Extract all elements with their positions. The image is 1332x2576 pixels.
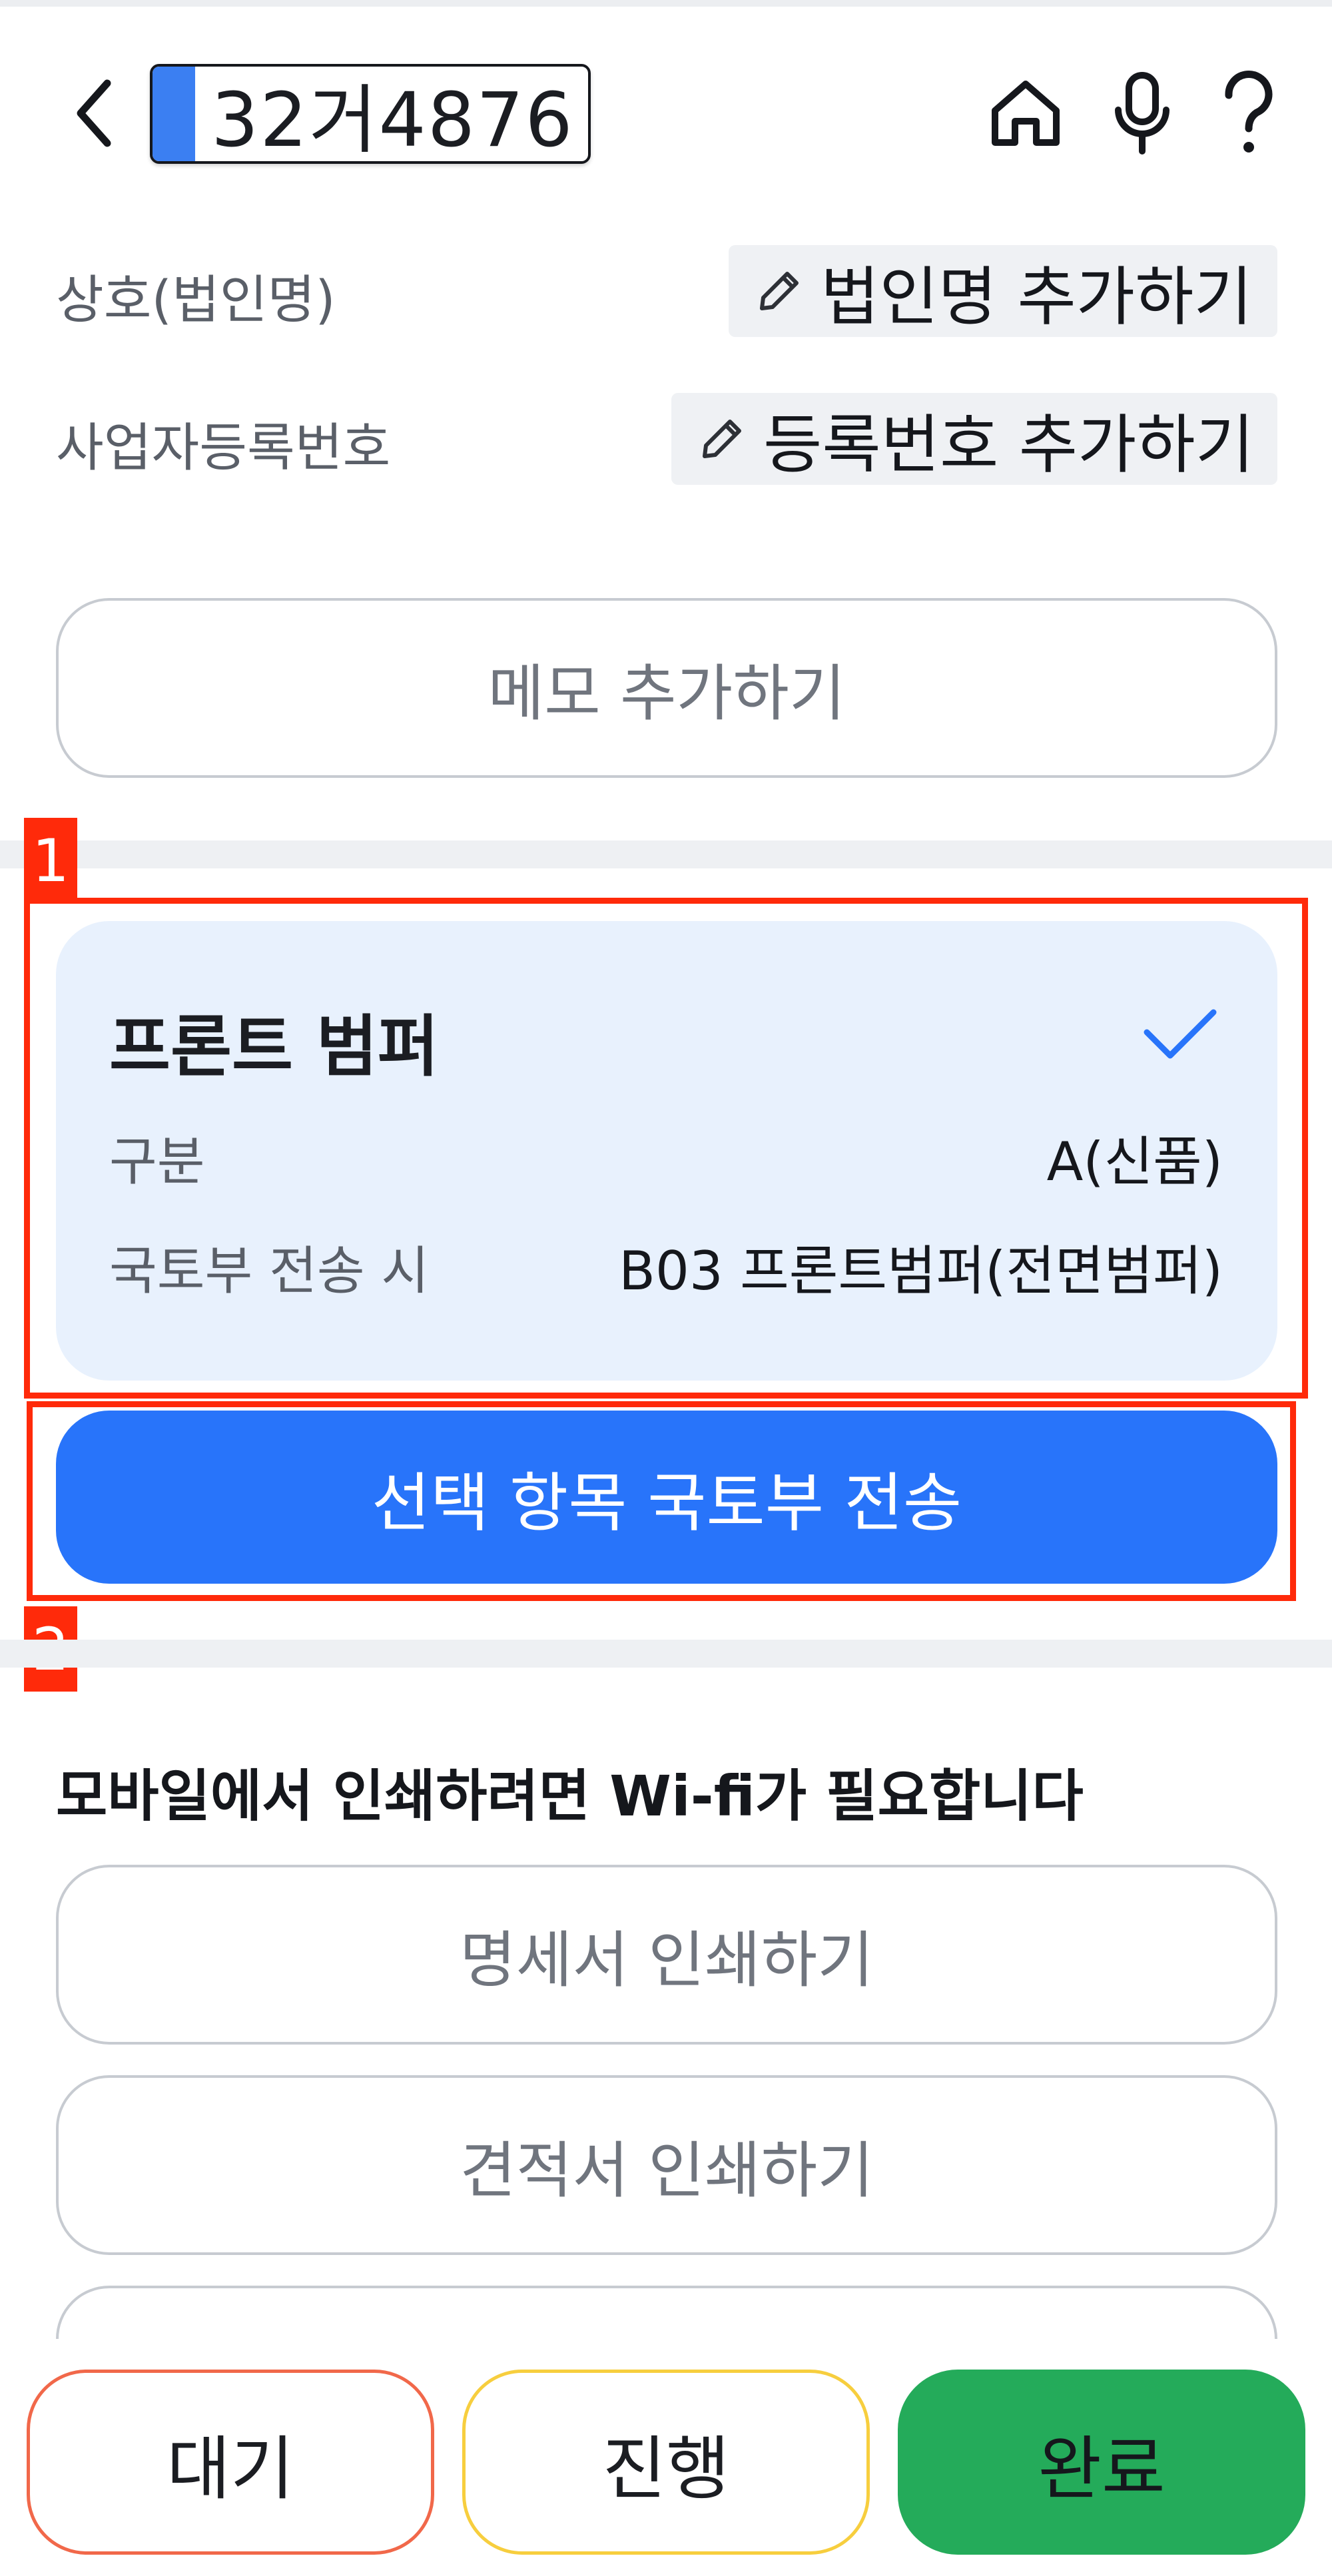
plate-number: 32거4876 xyxy=(211,77,574,164)
plate-stripe xyxy=(153,67,195,161)
send-selected-button[interactable]: 선택 항목 국토부 전송 xyxy=(56,1411,1277,1584)
part-row-value: A(신품) xyxy=(1046,1131,1223,1193)
section-divider xyxy=(0,840,1332,868)
status-wait-button[interactable]: 대기 xyxy=(27,2370,434,2555)
add-memo-button[interactable]: 메모 추가하기 xyxy=(56,598,1277,778)
print-note: 모바일에서 인쇄하려면 Wi-fi가 필요합니다 xyxy=(56,1764,1084,1829)
license-plate: 32거4876 xyxy=(150,64,591,164)
add-biz-no-button[interactable]: 등록번호 추가하기 xyxy=(671,393,1277,485)
pencil-icon xyxy=(753,264,806,318)
add-biz-no-label: 등록번호 추가하기 xyxy=(763,407,1255,482)
part-row-value: B03 프론트범퍼(전면범퍼) xyxy=(619,1240,1223,1302)
question-icon[interactable] xyxy=(1202,67,1295,160)
part-row-label: 국토부 전송 시 xyxy=(109,1241,430,1301)
add-company-button[interactable]: 법인명 추가하기 xyxy=(729,245,1277,337)
part-row-label: 구분 xyxy=(109,1132,205,1192)
status-progress-button[interactable]: 진행 xyxy=(462,2370,870,2555)
biz-no-label: 사업자등록번호 xyxy=(56,418,391,478)
add-company-label: 법인명 추가하기 xyxy=(821,259,1253,334)
home-icon[interactable] xyxy=(979,67,1072,160)
pencil-icon xyxy=(695,412,749,466)
print-estimate-button[interactable]: 견적서 인쇄하기 xyxy=(56,2075,1277,2255)
part-title: 프론트 범퍼 xyxy=(109,1008,439,1086)
top-strip xyxy=(0,0,1332,7)
company-label: 상호(법인명) xyxy=(56,270,336,330)
chevron-left-icon[interactable] xyxy=(64,73,124,153)
print-statement-button[interactable]: 명세서 인쇄하기 xyxy=(56,1865,1277,2045)
section-divider xyxy=(0,1640,1332,1668)
check-icon[interactable] xyxy=(1140,1006,1220,1066)
microphone-icon[interactable] xyxy=(1099,67,1185,160)
status-done-button[interactable]: 완료 xyxy=(898,2370,1305,2555)
annotation-tag-1: 1 xyxy=(24,818,77,903)
